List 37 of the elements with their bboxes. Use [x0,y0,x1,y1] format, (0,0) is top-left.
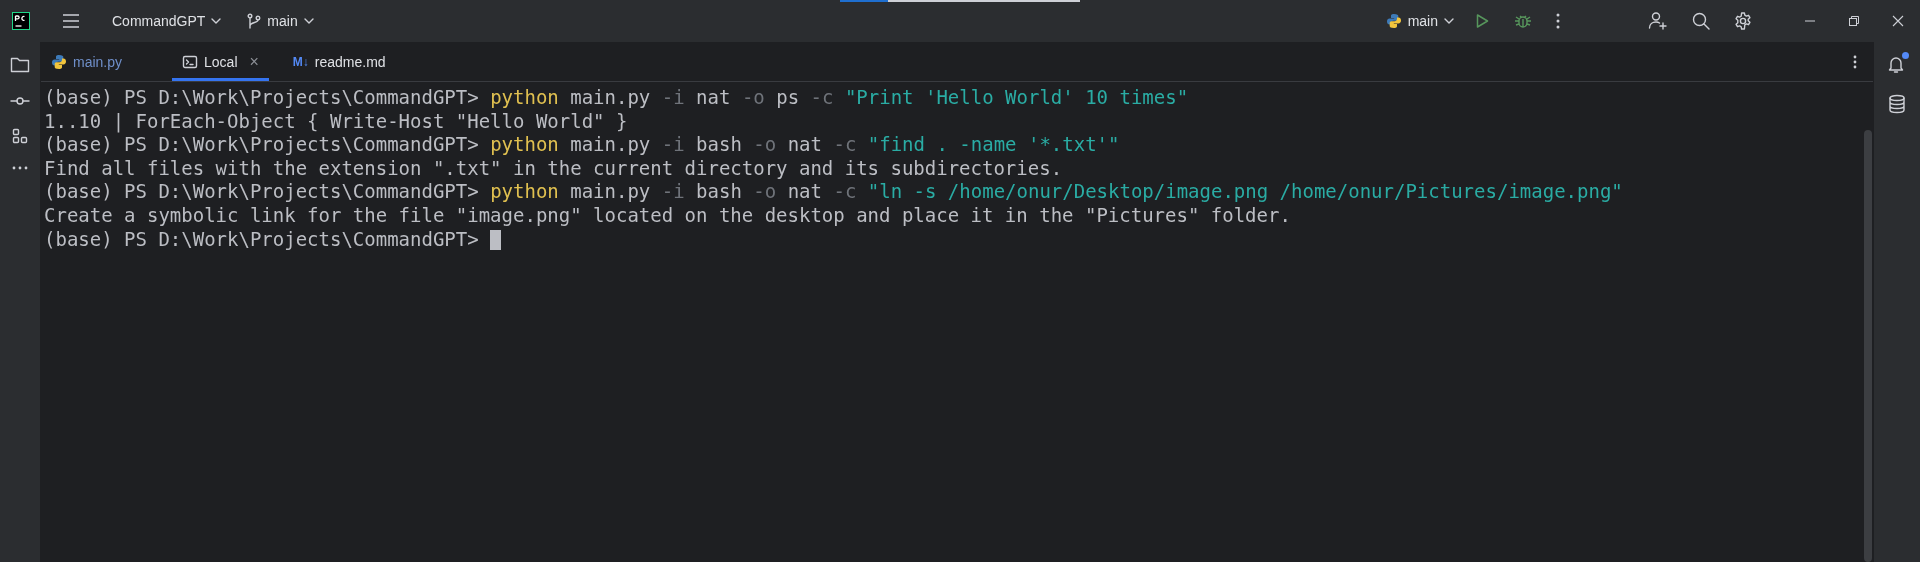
more-tools-icon [12,166,28,170]
more-options-icon [1556,13,1560,29]
database-icon [1888,94,1906,114]
terminal-line: (base) PS D:\Work\Projects\CommandGPT> python main.py -i bash -o nat -c "find . -name '*.txt'" [44,133,1120,157]
terminal-line: Create a symbolic link for the file "image.png" located on the desktop and place it in the "Pictures" folder. [44,203,1291,228]
commit-icon [10,96,30,106]
run-icon [1474,13,1490,29]
more-options-icon [1853,54,1857,69]
python-icon [51,53,67,70]
search-icon [1692,12,1710,30]
settings-icon [1734,12,1752,30]
python-icon [1385,13,1402,29]
app-logo-icon[interactable] [12,12,30,30]
terminal-line: (base) PS D:\Work\Projects\CommandGPT> python main.py -i nat -o ps -c "Print 'Hello World' 10 times" [44,86,1189,110]
terminal-line: (base) PS D:\Work\Projects\CommandGPT> python main.py -i bash -o nat -c "ln -s /home/onur/Desktop/image.png /home/onur/Pictures/image.png" [44,180,1623,204]
markdown-icon: M↓ [292,54,309,69]
branch-icon [247,13,262,29]
structure-icon [12,128,28,144]
close-window-icon [1892,15,1904,27]
terminal-line: Find all files with the extension ".txt" in the current directory and its subdirectories. [44,156,1063,181]
terminal-line: (base) PS D:\Work\Projects\CommandGPT> [44,227,501,252]
editor-tab[interactable]: main.py [41,42,133,81]
project-files-icon [10,56,30,74]
run-configuration-dropdown[interactable]: main [1377,8,1462,34]
editor-tab[interactable]: Local × [172,42,269,81]
editor-tab[interactable]: M↓ readme.md [282,42,396,81]
add-user-icon [1648,11,1668,31]
branch-dropdown[interactable]: main [239,8,322,34]
chevron-down-icon [211,18,222,24]
terminal-icon [182,53,199,70]
chevron-down-icon [1444,18,1454,24]
project-dropdown[interactable]: CommandGPT [104,8,230,34]
close-tab-icon[interactable]: × [249,52,259,71]
chevron-down-icon [303,18,314,24]
terminal-line: 1..10 | ForEach-Object { Write-Host "Hello World" } [44,109,628,134]
restore-icon [1848,15,1860,27]
menu-icon [62,13,80,29]
